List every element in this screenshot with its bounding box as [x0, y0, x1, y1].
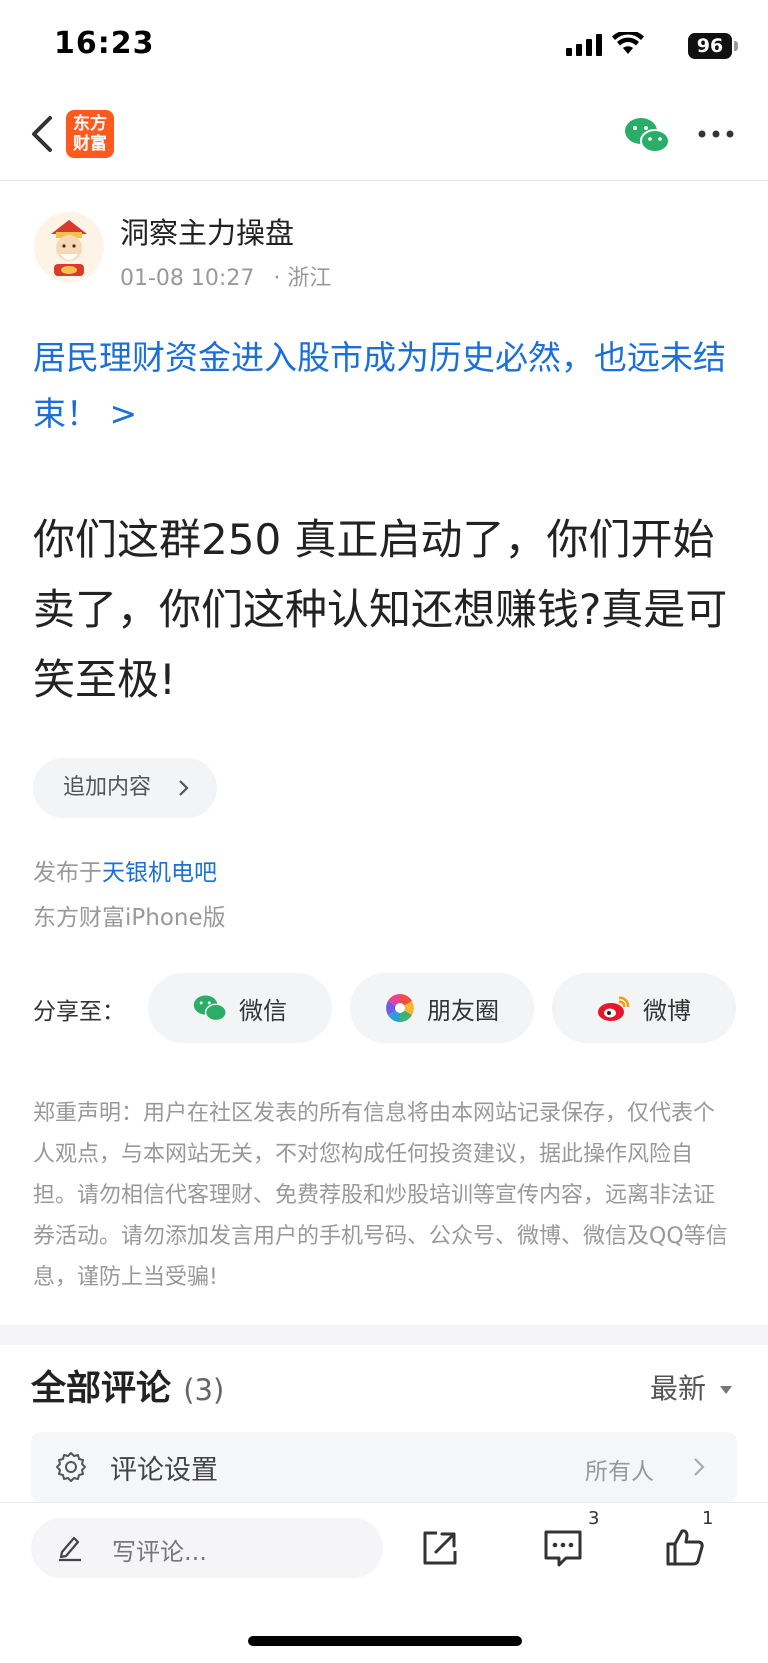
battery-indicator: 96: [688, 33, 732, 59]
signal-icon: [566, 34, 602, 56]
wechat-share-icon[interactable]: [624, 116, 670, 154]
share-weibo-button[interactable]: 微博: [552, 973, 736, 1043]
weibo-icon: [598, 996, 630, 1021]
append-content-label: 追加内容: [63, 775, 152, 800]
bottom-bar-divider: [0, 1502, 768, 1503]
write-comment-placeholder: 写评论...: [112, 1538, 207, 1566]
share-weibo-label: 微博: [643, 996, 691, 1025]
share-label: 分享至：: [33, 999, 125, 1025]
battery-tip: [734, 41, 738, 51]
logo-text-bottom: 财富: [73, 134, 107, 154]
gear-icon: [56, 1452, 86, 1482]
avatar-image: [34, 212, 104, 282]
append-content-button[interactable]: 追加内容: [33, 758, 217, 818]
home-indicator[interactable]: [248, 1636, 522, 1646]
share-moments-button[interactable]: 朋友圈: [350, 973, 534, 1043]
comment-settings-label: 评论设置: [110, 1455, 218, 1486]
more-icon[interactable]: [696, 124, 736, 144]
wifi-icon: [612, 32, 644, 54]
posted-in: 发布于天银机电吧: [33, 853, 217, 887]
like-count-badge: 1: [702, 1508, 714, 1529]
moments-icon: [386, 994, 414, 1022]
comment-settings-value: 所有人: [585, 1459, 654, 1485]
disclaimer: 郑重声明：用户在社区发表的所有信息将由本网站记录保存，仅代表个人观点，与本网站无…: [33, 1101, 728, 1290]
post-location: · 浙江: [273, 266, 332, 291]
post-date: 01-08 10:27: [120, 266, 255, 291]
post-content: 你们这群250 真正启动了，你们开始卖了，你们这种认知还想赚钱?真是可笑至极!: [33, 515, 728, 704]
logo-text-top: 东方: [73, 114, 107, 134]
sort-dropdown[interactable]: 最新: [650, 1367, 733, 1407]
pencil-icon: [59, 1536, 81, 1562]
sort-label: 最新: [650, 1372, 707, 1405]
comments-header: 全部评论 (3): [31, 1360, 224, 1411]
caret-down-icon: [719, 1386, 732, 1394]
back-icon[interactable]: [26, 112, 62, 156]
comment-icon[interactable]: [542, 1528, 584, 1568]
stock-bar-link[interactable]: 天银机电吧: [102, 860, 217, 886]
chevron-right-icon: [179, 780, 189, 796]
app-logo: 东方 财富: [66, 110, 114, 158]
chevron-right-icon: [694, 1458, 705, 1476]
comments-count: (3): [183, 1373, 225, 1407]
posted-prefix: 发布于: [33, 860, 102, 886]
avatar[interactable]: [34, 212, 104, 282]
share-moments-label: 朋友圈: [427, 996, 499, 1025]
share-wechat-button[interactable]: 微信: [148, 973, 332, 1043]
like-icon[interactable]: [664, 1526, 706, 1568]
nav-divider: [0, 180, 768, 181]
linked-article-title[interactable]: 居民理财资金进入股市成为历史必然，也远未结束！ >: [33, 330, 738, 442]
share-icon[interactable]: [420, 1528, 460, 1568]
comment-count-badge: 3: [588, 1508, 600, 1529]
author-name[interactable]: 洞察主力操盘: [120, 210, 294, 252]
section-separator: [0, 1325, 768, 1345]
status-time: 16:23: [54, 26, 155, 61]
share-wechat-label: 微信: [239, 996, 287, 1025]
post-meta: 01-08 10:27 · 浙江: [120, 260, 331, 292]
comments-title: 全部评论: [31, 1369, 172, 1409]
wechat-icon: [193, 995, 227, 1022]
post-device: 东方财富iPhone版: [33, 905, 226, 931]
